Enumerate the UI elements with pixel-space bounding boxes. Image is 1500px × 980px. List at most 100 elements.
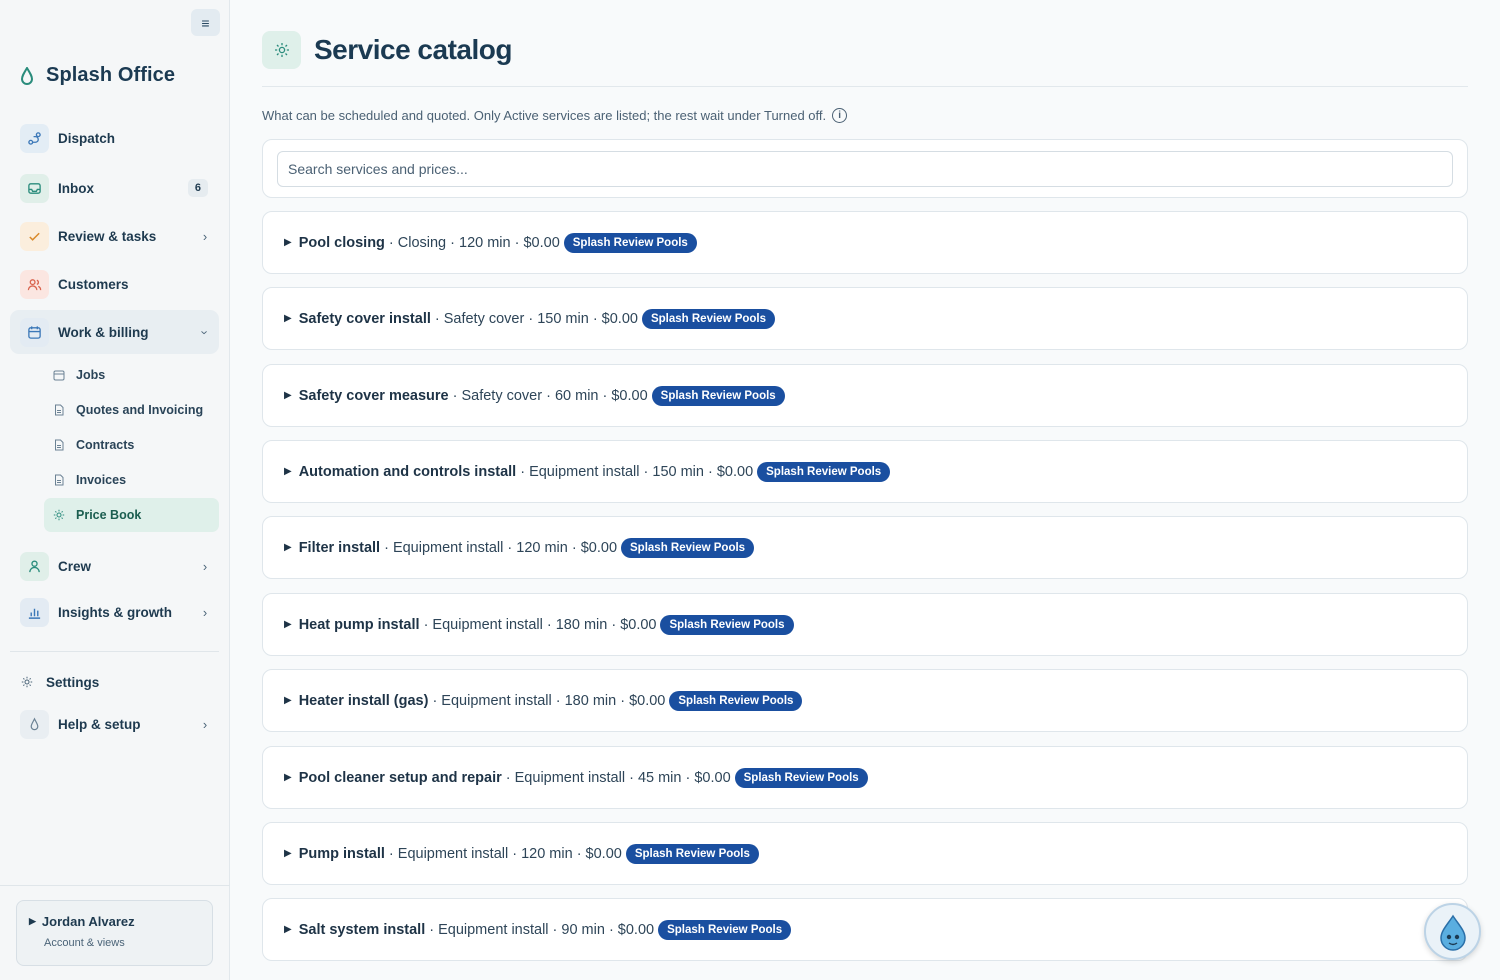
sidebar-item-label: Customers xyxy=(58,276,129,292)
service-meta: · Equipment install · 90 min · $0.00 xyxy=(429,921,655,938)
person-icon xyxy=(20,551,49,581)
sidebar-subitem-jobs[interactable]: Jobs xyxy=(44,358,219,392)
chevron-right-icon: › xyxy=(202,716,208,732)
chevron-right-icon: › xyxy=(202,558,208,574)
service-row[interactable]: ▶ Pool cleaner setup and repair · Equipmen… xyxy=(262,746,1468,809)
unread-count-badge: 6 xyxy=(187,179,208,197)
check-icon xyxy=(20,221,49,251)
caret-right-icon: ▶ xyxy=(284,695,292,706)
sidebar-item-crew[interactable]: Crew › xyxy=(20,549,218,583)
service-meta: · Equipment install · 120 min · $0.00 xyxy=(388,845,622,862)
tenant-badge: Splash Review Pools xyxy=(757,461,891,482)
service-name: Heat pump install xyxy=(298,616,420,633)
caret-right-icon: ▶ xyxy=(284,619,292,630)
service-row[interactable]: ▶ Safety cover measure · Safety cover · 60… xyxy=(262,364,1468,427)
sidebar-item-settings[interactable]: Settings xyxy=(20,665,218,699)
sidebar-item-insights-growth[interactable]: Insights & growth › xyxy=(20,595,218,629)
caret-right-icon: ▶ xyxy=(284,542,292,553)
service-row[interactable]: ▶ Automation and controls install · Equipm… xyxy=(262,440,1468,503)
bar-chart-icon xyxy=(20,597,49,627)
calendar-icon xyxy=(20,317,49,347)
service-row[interactable]: ▶ Pool closing · Closing · 120 min · $0.00… xyxy=(262,211,1468,274)
sidebar-item-label: Settings xyxy=(46,674,100,690)
caret-right-icon: ▶ xyxy=(284,772,292,783)
service-name: Filter install xyxy=(298,539,381,556)
sidebar-item-dispatch[interactable]: Dispatch xyxy=(20,121,218,155)
sidebar-footer-divider xyxy=(0,885,230,886)
assistant-mascot-button[interactable] xyxy=(1424,903,1481,960)
sidebar-item-customers[interactable]: Customers xyxy=(20,267,218,301)
chevron-right-icon: › xyxy=(202,604,208,620)
gear-icon xyxy=(52,508,66,522)
sidebar-item-label: Insights & growth xyxy=(58,604,172,620)
tenant-badge: Splash Review Pools xyxy=(625,843,759,864)
tenant-badge: Splash Review Pools xyxy=(734,767,868,788)
service-row[interactable]: ▶ Filter install · Equipment install · 120… xyxy=(262,516,1468,579)
service-meta: · Safety cover · 150 min · $0.00 xyxy=(434,310,638,327)
route-icon xyxy=(20,123,49,153)
tenant-badge: Splash Review Pools xyxy=(651,385,785,406)
account-switcher[interactable]: ▶ Jordan Alvarez Account & views xyxy=(16,900,213,966)
sidebar-divider xyxy=(10,651,219,652)
document-icon xyxy=(52,438,66,452)
caret-right-icon: ▶ xyxy=(284,313,292,324)
document-icon xyxy=(52,403,66,417)
tenant-badge: Splash Review Pools xyxy=(658,919,792,940)
page-title: Service catalog xyxy=(314,34,512,65)
tenant-badge: Splash Review Pools xyxy=(621,537,755,558)
service-row[interactable]: ▶ Safety cover install · Safety cover · 15… xyxy=(262,287,1468,350)
sidebar-subitem-label: Jobs xyxy=(76,368,106,382)
service-name: Heater install (gas) xyxy=(298,692,429,709)
brand[interactable]: Splash Office xyxy=(20,64,175,87)
service-name: Automation and controls install xyxy=(298,463,517,480)
sidebar-subitem-label: Contracts xyxy=(76,438,135,452)
sidebar-item-label: Help & setup xyxy=(58,716,141,732)
sidebar-item-label: Dispatch xyxy=(58,130,116,146)
app-name: Splash Office xyxy=(46,64,176,86)
collapse-sidebar-button[interactable]: ≡ xyxy=(191,9,220,36)
service-meta: · Equipment install · 120 min · $0.00 xyxy=(384,539,618,556)
droplet-mascot-icon xyxy=(1439,914,1466,951)
service-name: Salt system install xyxy=(298,921,426,938)
sidebar: ≡ Splash Office Dispatch Inbox 6 Review … xyxy=(0,0,230,980)
tenant-badge: Splash Review Pools xyxy=(669,690,803,711)
sidebar-subitem-contracts[interactable]: Contracts xyxy=(44,428,219,462)
sidebar-subitem-label: Invoices xyxy=(76,473,127,487)
service-name: Pool closing xyxy=(298,234,385,251)
service-meta: · Closing · 120 min · $0.00 xyxy=(388,234,560,251)
caret-right-icon: ▶ xyxy=(284,390,292,401)
caret-right-icon: ▶ xyxy=(284,466,292,477)
sidebar-subitem-quotes-invoicing[interactable]: Quotes and Invoicing xyxy=(44,393,219,427)
service-name: Safety cover install xyxy=(298,310,431,327)
gear-icon xyxy=(20,675,34,689)
service-row[interactable]: ▶ Pump install · Equipment install · 120 m… xyxy=(262,822,1468,885)
service-meta: · Equipment install · 150 min · $0.00 xyxy=(520,463,754,480)
service-meta: · Equipment install · 180 min · $0.00 xyxy=(423,616,657,633)
sidebar-subitem-price-book[interactable]: Price Book xyxy=(44,498,219,532)
sidebar-item-work-billing[interactable]: Work & billing › xyxy=(20,315,218,349)
gear-icon xyxy=(262,31,301,69)
service-row[interactable]: ▶ Heat pump install · Equipment install · … xyxy=(262,593,1468,656)
account-name-row: ▶ Jordan Alvarez xyxy=(29,914,212,929)
sidebar-item-label: Work & billing xyxy=(58,324,149,340)
inbox-icon xyxy=(20,173,49,203)
account-name: Jordan Alvarez xyxy=(41,914,135,929)
account-subtitle: Account & views xyxy=(44,937,125,949)
info-icon[interactable]: i xyxy=(832,108,848,123)
intro-text: What can be scheduled and quoted. Only A… xyxy=(262,108,827,123)
sidebar-item-label: Review & tasks xyxy=(58,228,157,244)
sidebar-subitem-label: Quotes and Invoicing xyxy=(76,403,204,417)
sidebar-subitem-invoices[interactable]: Invoices xyxy=(44,463,219,497)
search-input[interactable] xyxy=(277,151,1453,187)
service-row[interactable]: ▶ Salt system install · Equipment install … xyxy=(262,898,1468,961)
service-meta: · Equipment install · 45 min · $0.00 xyxy=(505,769,731,786)
caret-right-icon: ▶ xyxy=(284,237,292,248)
sidebar-item-inbox[interactable]: Inbox 6 xyxy=(20,171,218,205)
sidebar-item-review-tasks[interactable]: Review & tasks › xyxy=(20,219,218,253)
sidebar-item-help-setup[interactable]: Help & setup › xyxy=(20,707,218,741)
tenant-badge: Splash Review Pools xyxy=(660,614,794,635)
users-icon xyxy=(20,269,49,299)
document-icon xyxy=(52,473,66,487)
service-row[interactable]: ▶ Heater install (gas) · Equipment install… xyxy=(262,669,1468,732)
calendar-icon xyxy=(52,368,66,382)
